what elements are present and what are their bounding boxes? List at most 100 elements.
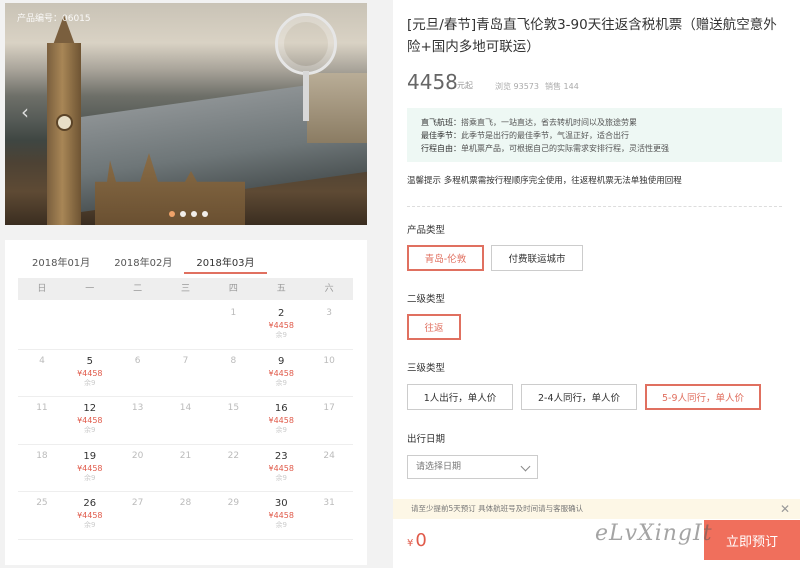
calendar-day: 18	[18, 445, 66, 492]
option-5-9-persons[interactable]: 5-9人同行，单人价	[645, 384, 761, 410]
weekday: 四	[228, 284, 238, 294]
carousel-dot[interactable]	[169, 211, 175, 217]
day-number: 23	[274, 450, 288, 462]
calendar-day: 6	[114, 350, 162, 397]
feature-line: 最佳季节：此季节是出行的最佳季节，气温正好，适合出行	[421, 131, 629, 140]
calendar-day: 14	[162, 397, 210, 444]
option-2-4-persons[interactable]: 2-4人同行，单人价	[521, 384, 637, 410]
tab-month-3[interactable]: 2018年03月	[184, 250, 267, 274]
book-now-button[interactable]: 立即预订	[704, 520, 800, 560]
product-photo[interactable]: 产品编号：06015 ‹	[5, 3, 367, 225]
option-qingdao-london[interactable]: 青岛-伦敦	[407, 245, 484, 271]
calendar-day[interactable]: 12 ¥4458 余9	[66, 397, 114, 444]
total-amount: 0	[415, 530, 427, 551]
product-type-label: 产品类型	[407, 225, 446, 236]
date-placeholder: 请选择日期	[416, 462, 462, 472]
weekday: 六	[324, 284, 334, 294]
day-remaining: 余9	[275, 521, 287, 529]
weekday: 三	[181, 284, 191, 294]
clock-face	[56, 114, 73, 131]
day-number: 29	[227, 498, 240, 508]
bank-buildings	[307, 73, 367, 143]
day-number: 7	[182, 355, 189, 366]
option-1-person[interactable]: 1人出行，单人价	[407, 384, 513, 410]
day-number: 20	[131, 450, 144, 461]
day-number: 11	[36, 403, 48, 413]
calendar-day: 7	[162, 350, 210, 397]
level3-label: 三级类型	[407, 363, 446, 374]
day-number: 21	[179, 450, 192, 461]
calendar-day: 4	[18, 350, 66, 397]
date-label: 出行日期	[407, 434, 446, 445]
day-number: 22	[227, 450, 240, 461]
calendar-day[interactable]: 9 ¥4458 余9	[257, 350, 305, 397]
warm-tip: 温馨提示 多程机票需按行程顺序完全使用，往返程机票无法单独使用回程	[407, 176, 682, 186]
calendar-day[interactable]: 2 ¥4458 余9	[257, 302, 305, 349]
day-number: 24	[323, 450, 335, 461]
calendar-week-row: 11 12 ¥4458 余9 13 14 15 16 ¥4458 余9 17	[18, 397, 353, 445]
calendar-day: 1	[209, 302, 257, 349]
day-number: 1	[230, 308, 237, 318]
tab-month-2[interactable]: 2018年02月	[102, 250, 184, 274]
calendar-day[interactable]: 26 ¥4458 余9	[66, 492, 114, 539]
feature-line: 直飞航班：搭乘直飞，一站直达，省去转机时间以及旅途劳累	[421, 118, 637, 127]
calendar-day: 31	[305, 492, 353, 539]
calendar-day: 10	[305, 350, 353, 397]
calendar-day[interactable]: 5 ¥4458 余9	[66, 350, 114, 397]
day-remaining: 余9	[84, 378, 96, 387]
date-select[interactable]: 请选择日期	[407, 455, 538, 479]
calendar-day: 11	[18, 397, 66, 444]
calendar-day: 25	[18, 492, 66, 539]
london-eye	[275, 13, 337, 75]
option-paid-connection[interactable]: 付费联运城市	[491, 245, 583, 271]
calendar-day: 28	[162, 492, 210, 539]
price-calendar: 2018年01月 2018年02月 2018年03月 日 一 二 三 四 五 六…	[5, 240, 367, 565]
calendar-week-row: 4 5 ¥4458 余9 6 7 8 9 ¥4458 余9 10	[18, 350, 353, 397]
day-number: 9	[278, 355, 285, 367]
day-number: 31	[323, 498, 335, 508]
day-number: 13	[131, 403, 144, 413]
weekday: 一	[85, 284, 95, 294]
option-round-trip[interactable]: 往返	[407, 314, 461, 340]
day-number: 30	[274, 498, 288, 509]
page: 产品编号：06015 ‹ 2018年01月 2018年02月 2018年03月 …	[0, 0, 800, 568]
carousel-dot[interactable]	[180, 211, 186, 217]
calendar-day	[114, 302, 162, 349]
calendar-day: 22	[209, 445, 257, 492]
tab-month-1[interactable]: 2018年01月	[20, 250, 102, 274]
feature-box: 直飞航班：搭乘直飞，一站直达，省去转机时间以及旅途劳累 最佳季节：此季节是出行的…	[407, 108, 782, 162]
month-tabs: 2018年01月 2018年02月 2018年03月	[20, 250, 267, 274]
calendar-week-row: 18 19 ¥4458 余9 20 21 22 23 ¥4458 余9 24	[18, 445, 353, 492]
view-count: 浏览 93573	[495, 82, 539, 91]
divider	[407, 206, 782, 207]
carousel-dot[interactable]	[202, 211, 208, 217]
day-remaining: 余9	[275, 331, 287, 339]
left-column: 产品编号：06015 ‹ 2018年01月 2018年02月 2018年03月 …	[0, 0, 380, 568]
calendar-day[interactable]: 16 ¥4458 余9	[257, 397, 305, 444]
day-price: ¥4458	[77, 463, 103, 473]
watermark-logo: eLvXingIt	[595, 521, 713, 546]
clock-tower	[47, 43, 81, 225]
day-price: ¥4458	[268, 511, 294, 520]
calendar-day[interactable]: 30 ¥4458 余9	[257, 492, 305, 539]
calendar-day: 20	[114, 445, 162, 492]
day-number: 12	[83, 403, 97, 414]
close-icon[interactable]: ✕	[780, 499, 790, 519]
day-number: 8	[230, 355, 237, 366]
day-remaining: 余9	[275, 426, 287, 434]
weekday: 五	[276, 284, 286, 294]
day-number: 16	[274, 403, 288, 414]
carousel-dots	[169, 211, 208, 217]
calendar-day[interactable]: 19 ¥4458 余9	[66, 445, 114, 492]
carousel-dot[interactable]	[191, 211, 197, 217]
day-number: 5	[86, 355, 93, 367]
weekday: 日	[37, 284, 47, 294]
calendar-day: 3	[305, 302, 353, 349]
calendar-day: 8	[209, 350, 257, 397]
day-remaining: 余9	[84, 521, 96, 529]
calendar-day[interactable]: 23 ¥4458 余9	[257, 445, 305, 492]
day-number: 14	[179, 403, 192, 413]
product-code: 产品编号：06015	[17, 14, 91, 24]
calendar-day: 21	[162, 445, 210, 492]
prev-arrow-icon[interactable]: ‹	[21, 102, 31, 122]
